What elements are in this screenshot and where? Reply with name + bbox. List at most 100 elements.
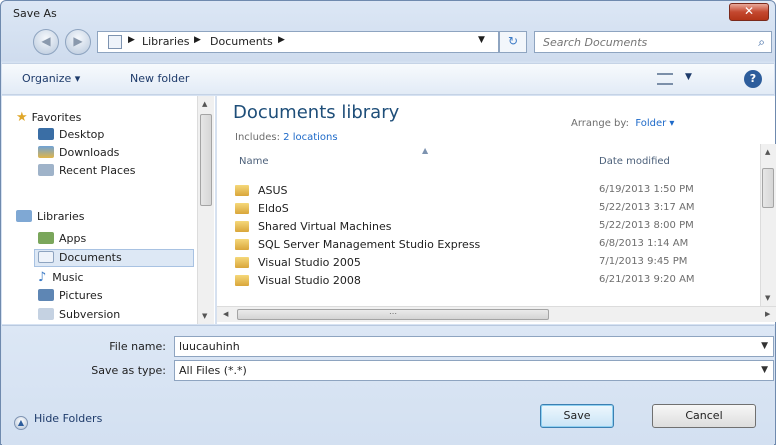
file-name: Shared Virtual Machines [258, 220, 392, 233]
file-date: 6/19/2013 1:50 PM [599, 184, 694, 195]
chevron-down-icon[interactable]: ▼ [761, 365, 768, 375]
sidebar-item-downloads[interactable]: Downloads [38, 146, 119, 159]
file-list-vertical-scrollbar[interactable]: ▲ ▼ [760, 144, 776, 306]
forward-button[interactable]: ▶ [65, 29, 91, 55]
file-list-horizontal-scrollbar[interactable]: ◀ ⋯ ▶ [217, 306, 776, 322]
sidebar-item-label: Documents [59, 251, 122, 264]
sidebar-item-libraries[interactable]: Libraries [16, 210, 85, 223]
sidebar-item-favorites[interactable]: ★ Favorites [16, 110, 81, 125]
file-name: EldoS [258, 202, 289, 215]
sidebar-item-desktop[interactable]: Desktop [38, 128, 104, 141]
file-name: Visual Studio 2005 [258, 256, 361, 269]
hide-folders-label: Hide Folders [34, 412, 103, 425]
sidebar-item-pictures[interactable]: Pictures [38, 289, 103, 302]
search-input[interactable] [543, 33, 743, 51]
list-item[interactable]: SQL Server Management Studio Express 6/8… [233, 236, 753, 254]
sidebar-item-recent-places[interactable]: Recent Places [38, 164, 136, 177]
cancel-button[interactable]: Cancel [652, 404, 756, 428]
address-bar[interactable]: ▶ Libraries ▶ Documents ▶ ▼ [97, 31, 499, 53]
hide-folders-button[interactable]: ▲ Hide Folders [14, 412, 102, 430]
list-item[interactable]: ASUS 6/19/2013 1:50 PM [233, 182, 753, 200]
library-title: Documents library [233, 102, 400, 123]
includes-label: Includes: [235, 132, 280, 143]
back-button[interactable]: ◀ [33, 29, 59, 55]
breadcrumb-documents[interactable]: Documents [210, 35, 273, 48]
view-options-icon[interactable] [657, 73, 673, 85]
sidebar-item-label: Apps [59, 232, 87, 245]
scroll-left-icon[interactable]: ◀ [223, 310, 228, 318]
library-icon [108, 35, 122, 49]
scroll-right-icon[interactable]: ▶ [765, 310, 770, 318]
chevron-right-icon[interactable]: ▶ [194, 35, 201, 45]
sort-ascending-icon: ▲ [422, 146, 429, 155]
scroll-down-icon[interactable]: ▼ [765, 294, 770, 302]
star-icon: ★ [16, 110, 28, 125]
new-folder-button[interactable]: New folder [130, 72, 189, 85]
apps-icon [38, 232, 54, 244]
back-arrow-icon: ◀ [41, 34, 51, 48]
organize-button[interactable]: Organize ▾ [22, 72, 80, 85]
file-list-pane: Documents library Includes: 2 locations … [216, 96, 776, 324]
file-date: 7/1/2013 9:45 PM [599, 256, 688, 267]
save-as-dialog: Save As ✕ ◀ ▶ ▶ Libraries ▶ Documents ▶ … [0, 0, 776, 445]
documents-icon [38, 251, 54, 263]
folder-icon [235, 221, 249, 232]
downloads-icon [38, 146, 54, 158]
arrange-label: Arrange by: [571, 118, 629, 129]
list-item[interactable]: EldoS 5/22/2013 3:17 AM [233, 200, 753, 218]
folder-icon [235, 257, 249, 268]
music-icon: ♪ [38, 270, 47, 285]
save-button[interactable]: Save [540, 404, 614, 428]
navigation-pane: ★ Favorites Desktop Downloads Recent Plac… [2, 96, 215, 324]
sidebar-item-label: Desktop [59, 128, 105, 141]
sidebar-item-subversion[interactable]: Subversion [38, 308, 120, 321]
save-as-type-select[interactable]: All Files (*.*) ▼ [174, 360, 774, 381]
library-includes: Includes: 2 locations [235, 132, 338, 143]
scroll-thumb[interactable] [762, 168, 774, 208]
close-icon: ✕ [743, 4, 755, 18]
file-name: SQL Server Management Studio Express [258, 238, 481, 251]
arrange-by-dropdown[interactable]: Folder ▾ [635, 118, 674, 129]
chevron-down-icon[interactable]: ▼ [761, 341, 768, 351]
column-header-date[interactable]: Date modified [599, 156, 670, 167]
desktop-icon [38, 128, 54, 140]
sidebar-item-label: Downloads [59, 146, 120, 159]
folder-icon [235, 239, 249, 250]
sidebar-item-label: Subversion [59, 308, 121, 321]
column-header-name[interactable]: Name [239, 156, 269, 167]
help-icon[interactable]: ? [744, 70, 762, 88]
refresh-button[interactable]: ↻ [499, 31, 527, 53]
save-as-type-value: All Files (*.*) [179, 364, 247, 377]
scroll-thumb[interactable] [200, 114, 212, 206]
folder-icon [235, 275, 249, 286]
sidebar-item-music[interactable]: ♪ Music [38, 270, 84, 285]
file-date: 5/22/2013 8:00 PM [599, 220, 694, 231]
scroll-thumb[interactable]: ⋯ [237, 309, 549, 320]
sidebar-item-apps[interactable]: Apps [38, 232, 86, 245]
toolbar: Organize ▾ New folder ▼ ? [2, 63, 774, 95]
scroll-down-icon[interactable]: ▼ [202, 312, 207, 320]
close-button[interactable]: ✕ [729, 3, 769, 21]
sidebar-item-documents[interactable]: Documents [38, 251, 122, 264]
list-item[interactable]: Shared Virtual Machines 5/22/2013 8:00 P… [233, 218, 753, 236]
list-item[interactable]: Visual Studio 2005 7/1/2013 9:45 PM [233, 254, 753, 272]
list-item[interactable]: Visual Studio 2008 6/21/2013 9:20 AM [233, 272, 753, 290]
file-name-input[interactable] [179, 338, 739, 355]
locations-link[interactable]: 2 locations [283, 132, 337, 143]
search-box[interactable]: ⌕ [534, 31, 772, 53]
sidebar-item-label: Libraries [37, 210, 85, 223]
file-date: 6/21/2013 9:20 AM [599, 274, 695, 285]
file-name-field[interactable]: ▼ [174, 336, 774, 357]
save-as-type-label: Save as type: [91, 364, 166, 377]
breadcrumb-libraries[interactable]: Libraries [142, 35, 190, 48]
subversion-icon [38, 308, 54, 320]
sidebar-item-label: Recent Places [59, 164, 136, 177]
search-icon[interactable]: ⌕ [758, 35, 765, 50]
chevron-down-icon[interactable]: ▼ [478, 35, 485, 45]
chevron-right-icon[interactable]: ▶ [278, 35, 285, 45]
scroll-up-icon[interactable]: ▲ [202, 100, 207, 108]
scroll-up-icon[interactable]: ▲ [765, 148, 770, 156]
chevron-down-icon[interactable]: ▼ [685, 72, 692, 82]
navigation-scrollbar[interactable]: ▲ ▼ [197, 96, 214, 324]
chevron-right-icon[interactable]: ▶ [128, 35, 135, 45]
